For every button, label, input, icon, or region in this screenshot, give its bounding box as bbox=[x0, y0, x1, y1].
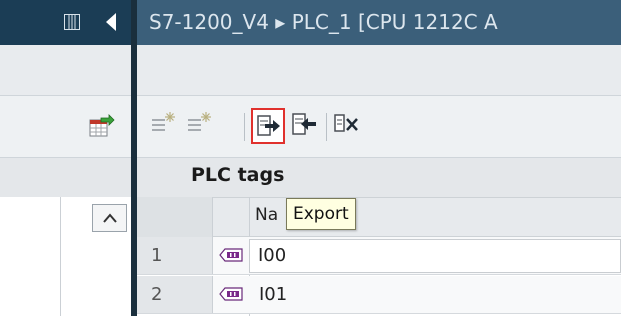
left-toolbar bbox=[0, 95, 131, 157]
export-icon bbox=[257, 115, 280, 136]
delete-tag-icon[interactable] bbox=[334, 112, 360, 136]
editor-strip bbox=[137, 45, 621, 95]
breadcrumb: S7-1200_V4 ▸ PLC_1 [CPU 1212C A bbox=[137, 0, 621, 45]
toolbar-separator bbox=[244, 113, 245, 141]
left-strip bbox=[0, 45, 131, 95]
row-number: 2 bbox=[137, 276, 213, 313]
insert-tag-icon[interactable] bbox=[186, 110, 214, 136]
row-number-header bbox=[137, 197, 213, 237]
collapse-up-icon bbox=[103, 213, 117, 223]
add-tag-icon[interactable] bbox=[150, 110, 178, 136]
name-cell-editing[interactable]: I00 bbox=[249, 239, 621, 273]
left-band bbox=[0, 157, 131, 197]
panel-toggle-icon[interactable] bbox=[64, 14, 80, 30]
import-icon[interactable] bbox=[292, 113, 318, 137]
table-row[interactable]: 2 I01 bbox=[137, 276, 621, 314]
row-name[interactable]: I01 bbox=[259, 276, 287, 314]
tag-icon bbox=[219, 248, 243, 262]
table-row[interactable]: 1 I00 bbox=[137, 237, 621, 275]
export-button[interactable] bbox=[251, 108, 285, 144]
collapse-up-button[interactable] bbox=[92, 204, 127, 232]
toolbar-separator bbox=[326, 113, 327, 141]
collapse-left-icon[interactable] bbox=[104, 12, 118, 32]
editor-toolbar bbox=[137, 95, 621, 157]
name-column-header[interactable]: Na bbox=[255, 205, 278, 225]
left-list-divider bbox=[60, 197, 61, 316]
tag-icon bbox=[219, 287, 243, 301]
page-title: PLC tags bbox=[191, 164, 285, 186]
row-number: 1 bbox=[137, 237, 213, 274]
left-title-bar bbox=[0, 0, 131, 45]
row-name[interactable]: I00 bbox=[258, 237, 286, 275]
export-tooltip: Export bbox=[286, 198, 356, 230]
table-export-icon[interactable] bbox=[89, 114, 115, 138]
